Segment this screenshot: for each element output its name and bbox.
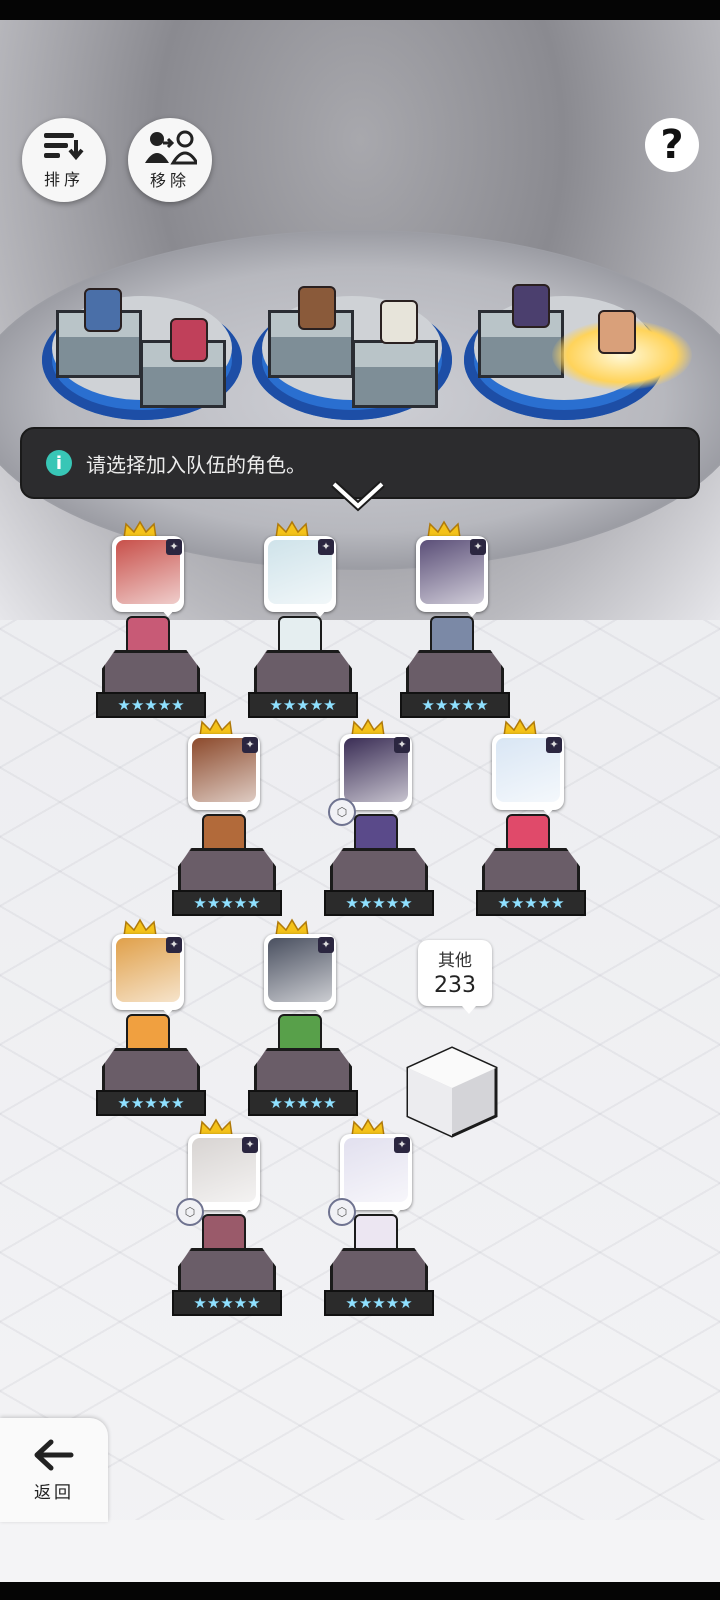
status-bar xyxy=(0,0,720,20)
game-screen: 排序 移除 ? i 请选择加入队伍的角色。 ✦ ★★★★★ ✦ ★★★★★ ✦ … xyxy=(0,0,720,1600)
remove-member-icon xyxy=(145,130,197,165)
sort-icon xyxy=(44,133,84,161)
arrow-left-icon xyxy=(34,1439,74,1470)
hero-card[interactable]: ✦ ★★★★★ xyxy=(96,918,208,1138)
hero-card[interactable]: ✦ ★★★★★ xyxy=(248,520,360,740)
hero-portrait: ✦ ⬡ xyxy=(328,734,412,826)
hero-portrait: ✦ ⬡ xyxy=(328,1134,412,1226)
star-rating: ★★★★★ xyxy=(172,1290,282,1316)
equipment-icon: ⬡ xyxy=(328,1198,356,1226)
team-member-sprite[interactable] xyxy=(170,318,208,362)
others-count-bubble[interactable]: 其他 233 xyxy=(418,940,492,1014)
remove-label: 移除 xyxy=(149,171,190,190)
equipment-icon: ⬡ xyxy=(328,798,356,826)
star-rating: ★★★★★ xyxy=(248,692,358,718)
bottom-strip xyxy=(0,1520,720,1582)
hero-portrait: ✦ xyxy=(492,734,564,815)
navigation-bar xyxy=(0,1582,720,1600)
hero-portrait: ✦ ⬡ xyxy=(176,1134,260,1226)
hero-card[interactable]: ✦ ★★★★★ xyxy=(96,520,208,740)
others-count: 233 xyxy=(434,973,476,998)
star-rating: ★★★★★ xyxy=(248,1090,358,1116)
hero-card[interactable]: ✦ ⬡ ★★★★★ xyxy=(324,1118,436,1338)
hero-card[interactable]: ✦ ⬡ ★★★★★ xyxy=(172,1118,284,1338)
hero-portrait: ✦ xyxy=(264,536,336,617)
hero-portrait: ✦ xyxy=(112,934,184,1015)
chevron-down-icon[interactable] xyxy=(330,480,386,512)
sort-button[interactable]: 排序 xyxy=(22,118,106,202)
back-label: 返回 xyxy=(34,1482,74,1503)
pad-block xyxy=(352,340,438,408)
others-label: 其他 xyxy=(438,951,472,971)
hero-portrait: ✦ xyxy=(416,536,488,617)
team-member-sprite[interactable] xyxy=(84,288,122,332)
instruction-text: 请选择加入队伍的角色。 xyxy=(86,452,306,477)
info-icon: i xyxy=(46,450,72,476)
star-rating: ★★★★★ xyxy=(400,692,510,718)
star-rating: ★★★★★ xyxy=(172,890,282,916)
remove-button[interactable]: 移除 xyxy=(128,118,212,202)
star-rating: ★★★★★ xyxy=(324,890,434,916)
hero-card[interactable]: ✦ ★★★★★ xyxy=(400,520,512,740)
sort-label: 排序 xyxy=(43,170,84,189)
hero-portrait: ✦ xyxy=(264,934,336,1015)
star-rating: ★★★★★ xyxy=(96,1090,206,1116)
hero-card[interactable]: ✦ ★★★★★ xyxy=(172,718,284,938)
star-rating: ★★★★★ xyxy=(476,890,586,916)
team-member-sprite[interactable] xyxy=(512,284,550,328)
help-icon: ? xyxy=(660,122,684,168)
hero-portrait: ✦ xyxy=(188,734,260,815)
help-button[interactable]: ? xyxy=(645,118,699,172)
hero-card[interactable]: ✦ ★★★★★ xyxy=(476,718,588,938)
star-rating: ★★★★★ xyxy=(324,1290,434,1316)
back-button[interactable]: 返回 xyxy=(0,1418,108,1522)
hero-card[interactable]: ✦ ⬡ ★★★★★ xyxy=(324,718,436,938)
team-member-sprite[interactable] xyxy=(380,300,418,344)
team-member-sprite[interactable] xyxy=(598,310,636,354)
hero-card[interactable]: ✦ ★★★★★ xyxy=(248,918,360,1138)
others-block-icon[interactable] xyxy=(404,1044,500,1140)
star-rating: ★★★★★ xyxy=(96,692,206,718)
hero-portrait: ✦ xyxy=(112,536,184,617)
team-member-sprite[interactable] xyxy=(298,286,336,330)
equipment-icon: ⬡ xyxy=(176,1198,204,1226)
